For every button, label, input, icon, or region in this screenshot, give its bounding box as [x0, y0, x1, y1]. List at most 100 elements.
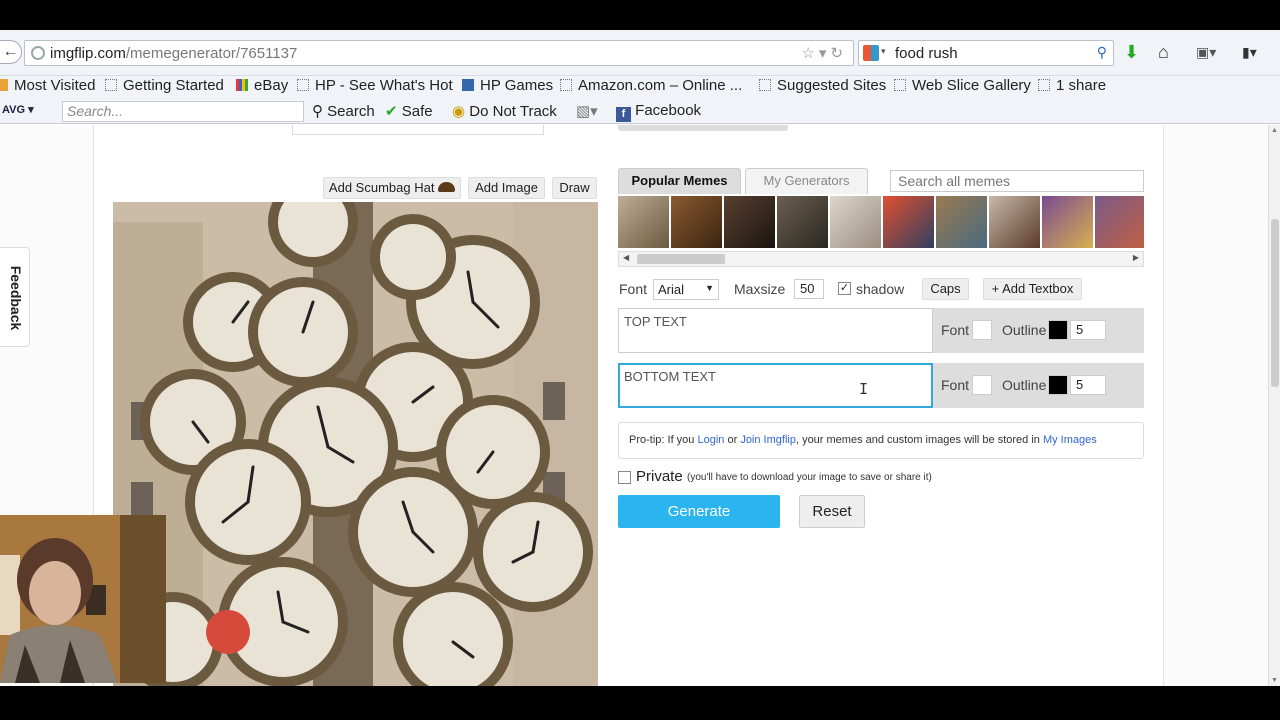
font-select[interactable]: Arial ▼: [653, 279, 719, 300]
meme-thumbnail[interactable]: [671, 196, 722, 248]
generate-button[interactable]: Generate: [618, 495, 780, 528]
scroll-right-icon[interactable]: ▶: [1133, 253, 1139, 262]
meme-image-art: [113, 202, 598, 686]
feedback-label: Feedback: [8, 265, 24, 331]
url-domain: imgflip.com: [50, 45, 126, 62]
scroll-up-icon[interactable]: ▲: [1271, 127, 1278, 134]
meme-thumbnail[interactable]: [724, 196, 775, 248]
scroll-down-icon[interactable]: ▼: [1271, 677, 1278, 684]
trash-icon[interactable]: ▧▾: [576, 102, 598, 120]
bookmark-most-visited[interactable]: Most Visited: [0, 77, 95, 94]
bookmark-hp-games[interactable]: HP Games: [462, 77, 553, 94]
avg-search-label: Search: [327, 103, 375, 120]
bookmark-1-share[interactable]: 1 share: [1038, 77, 1106, 94]
login-link[interactable]: Login: [697, 434, 724, 446]
home-icon[interactable]: ⌂: [1158, 42, 1169, 63]
bottom-text-outline-color[interactable]: [1048, 375, 1068, 395]
add-textbox-button[interactable]: + Add Textbox: [983, 278, 1082, 300]
chevron-down-icon: ▼: [705, 283, 714, 293]
bookmarks-toolbar: Most Visited Getting Started eBay HP - S…: [0, 76, 1280, 98]
font-label: Font: [619, 281, 648, 297]
add-image-button[interactable]: Add Image: [468, 177, 545, 199]
meme-thumbnail[interactable]: [777, 196, 828, 248]
text-input-remnant: [292, 125, 544, 135]
top-text-font-color[interactable]: [972, 320, 992, 340]
avg-safe-button[interactable]: ✔ Safe: [385, 102, 433, 120]
top-text-outline-size[interactable]: 5: [1070, 320, 1106, 340]
search-icon[interactable]: ⚲: [1097, 44, 1107, 61]
meme-thumbnail[interactable]: [830, 196, 881, 248]
facebook-button[interactable]: f Facebook: [616, 102, 701, 122]
avg-toolbar: AVG ▾ Search... ⚲ Search ✔ Safe ◉ Do Not…: [0, 98, 1280, 124]
scroll-thumb[interactable]: [637, 254, 725, 264]
meme-thumbnail[interactable]: [618, 196, 669, 248]
browser-search-bar[interactable]: ▾ food rush ⚲: [858, 40, 1114, 66]
bookmark-amazon[interactable]: Amazon.com – Online ...: [560, 77, 742, 94]
download-icon[interactable]: ⬇: [1124, 42, 1139, 63]
tab-my-generators[interactable]: My Generators: [745, 168, 868, 194]
facebook-icon: f: [616, 107, 631, 122]
browser-search-value: food rush: [895, 45, 958, 62]
page-icon: [560, 79, 572, 91]
addon-icon[interactable]: ▣▾: [1196, 44, 1216, 61]
hat-icon: [438, 182, 456, 192]
search-engine-icon[interactable]: [863, 45, 879, 61]
bookmark-hp-whats-hot[interactable]: HP - See What's Hot: [297, 77, 453, 94]
protip-or: or: [727, 434, 738, 446]
bookmark-suggested-sites[interactable]: Suggested Sites: [759, 77, 886, 94]
my-images-link[interactable]: My Images: [1043, 434, 1097, 446]
meme-thumbnail[interactable]: [936, 196, 987, 248]
page-scrollbar[interactable]: ▲ ▼: [1268, 125, 1280, 686]
add-scumbag-hat-button[interactable]: Add Scumbag Hat: [323, 177, 461, 199]
url-path: /memegenerator/7651137: [125, 45, 298, 62]
menu-icon[interactable]: ▮▾: [1242, 44, 1257, 61]
private-label: Private: [636, 468, 683, 485]
address-bar[interactable]: imgflip.com/memegenerator/7651137 ☆▾↻: [24, 40, 854, 66]
meme-thumbnail[interactable]: [1095, 196, 1144, 248]
star-reload-icons[interactable]: ☆▾↻: [801, 44, 847, 62]
draw-button[interactable]: Draw: [552, 177, 597, 199]
caps-button[interactable]: Caps: [922, 278, 969, 300]
bookmark-label: Most Visited: [14, 77, 96, 94]
bottom-text-font-label: Font: [941, 377, 970, 393]
bottom-text-outline-label: Outline: [1002, 377, 1047, 393]
bottom-text-input[interactable]: BOTTOM TEXT: [618, 363, 933, 408]
font-select-value: Arial: [658, 282, 685, 297]
search-memes-input[interactable]: Search all memes: [890, 170, 1144, 192]
facebook-label: Facebook: [635, 102, 702, 119]
maxsize-input[interactable]: 50: [794, 279, 824, 299]
meme-thumbnail[interactable]: [989, 196, 1040, 248]
private-checkbox[interactable]: [618, 471, 631, 484]
avg-search-button[interactable]: ⚲ Search: [312, 102, 375, 120]
join-imgflip-link[interactable]: Join Imgflip: [740, 434, 796, 446]
feedback-tab[interactable]: Feedback: [0, 247, 30, 347]
shadow-checkbox[interactable]: ✓: [838, 282, 851, 295]
top-text-input[interactable]: TOP TEXT: [618, 308, 933, 353]
bottom-text-outline-size[interactable]: 5: [1070, 375, 1106, 395]
bookmark-label: Amazon.com – Online ...: [578, 77, 743, 94]
thumbnails-scrollbar[interactable]: ◀ ▶: [618, 251, 1144, 267]
folder-icon: [0, 79, 8, 91]
bookmark-label: HP Games: [480, 77, 554, 94]
page-icon: [105, 79, 117, 91]
top-text-outline-color[interactable]: [1048, 320, 1068, 340]
bookmark-getting-started[interactable]: Getting Started: [105, 77, 224, 94]
avg-do-not-track-button[interactable]: ◉ Do Not Track: [452, 102, 557, 120]
scroll-left-icon[interactable]: ◀: [623, 253, 629, 262]
avg-dnt-label: Do Not Track: [469, 103, 557, 120]
reset-button[interactable]: Reset: [799, 495, 865, 528]
bottom-text-font-color[interactable]: [972, 375, 992, 395]
back-button[interactable]: ←: [0, 40, 22, 64]
private-note: (you'll have to download your image to s…: [687, 472, 932, 483]
meme-thumbnail[interactable]: [1042, 196, 1093, 248]
tab-popular-memes[interactable]: Popular Memes: [618, 168, 741, 194]
avg-search-input[interactable]: Search...: [62, 101, 304, 122]
avg-logo[interactable]: AVG ▾: [2, 103, 34, 116]
meme-thumbnail[interactable]: [883, 196, 934, 248]
search-icon: ⚲: [312, 103, 323, 120]
page-scroll-thumb[interactable]: [1271, 219, 1279, 387]
bookmark-ebay[interactable]: eBay: [236, 77, 288, 94]
meme-image[interactable]: [113, 202, 598, 686]
web-page: Add Scumbag Hat Add Image Draw Popular M…: [0, 125, 1268, 686]
bookmark-web-slice-gallery[interactable]: Web Slice Gallery: [894, 77, 1031, 94]
